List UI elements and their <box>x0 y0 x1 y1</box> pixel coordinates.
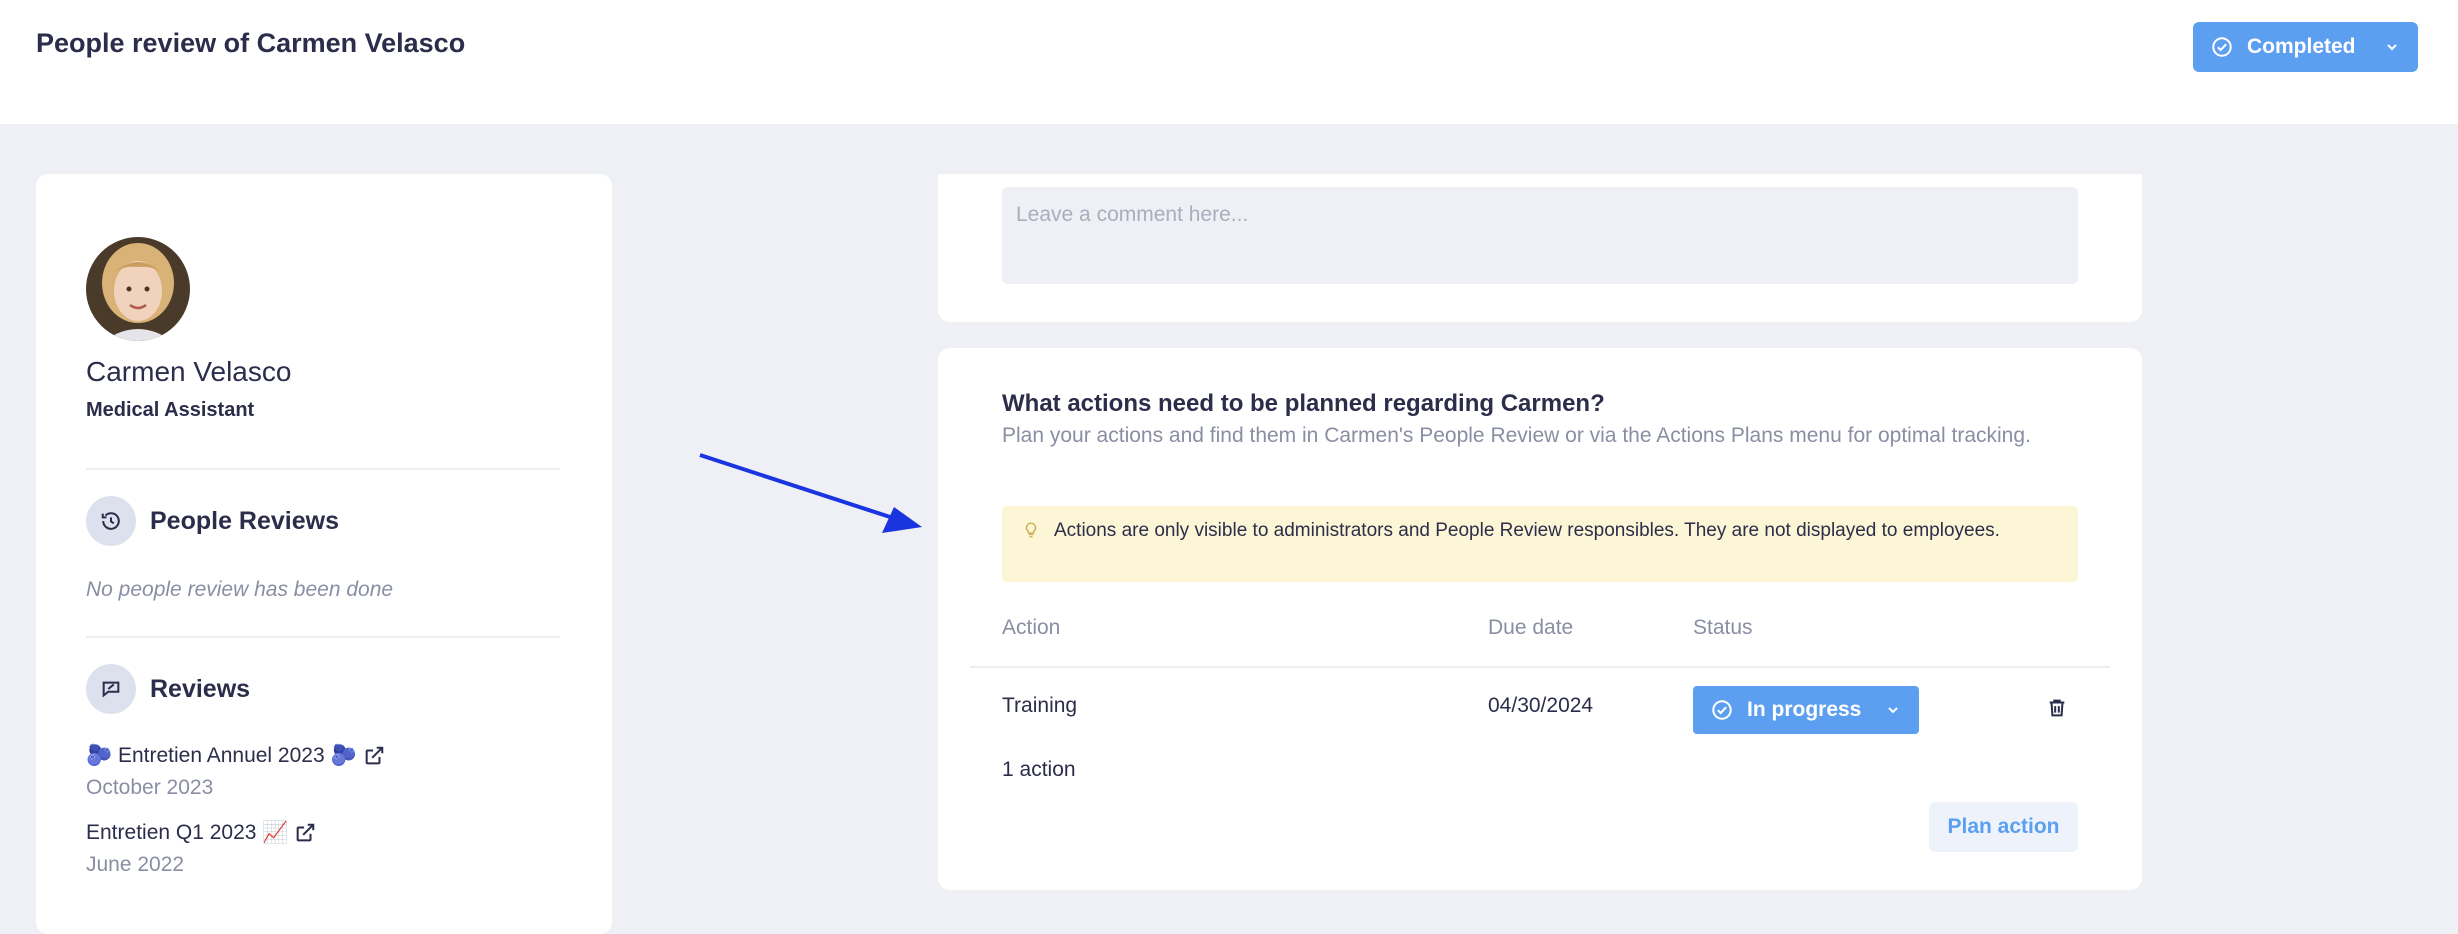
history-icon <box>86 496 136 546</box>
column-header-status: Status <box>1693 616 1753 639</box>
check-circle-icon <box>2211 36 2233 58</box>
people-reviews-empty: No people review has been done <box>86 578 394 601</box>
actions-title: What actions need to be planned regardin… <box>1002 390 1605 417</box>
action-status-dropdown[interactable]: In progress <box>1693 686 1919 734</box>
person-role: Medical Assistant <box>86 399 255 421</box>
reviews-header: Reviews <box>86 664 250 714</box>
check-circle-icon <box>1711 699 1733 721</box>
profile-card: Carmen Velasco Medical Assistant People … <box>36 174 612 934</box>
action-status-label: In progress <box>1747 698 1862 721</box>
external-link-icon[interactable] <box>294 822 316 844</box>
top-bar: People review of Carmen Velasco Complete… <box>0 0 2458 124</box>
chevron-down-icon <box>2384 39 2400 55</box>
action-count: 1 action <box>1002 758 1076 781</box>
table-divider <box>970 666 2110 668</box>
comment-input[interactable] <box>1002 187 2078 284</box>
review-status-label: Completed <box>2247 35 2356 58</box>
actions-card: What actions need to be planned regardin… <box>938 348 2142 890</box>
page-title: People review of Carmen Velasco <box>36 28 466 58</box>
people-reviews-title: People Reviews <box>150 506 339 535</box>
person-name: Carmen Velasco <box>86 356 292 387</box>
review-item[interactable]: Entretien Q1 2023 📈 June 2022 <box>86 821 316 877</box>
external-link-icon[interactable] <box>363 745 385 767</box>
column-header-action: Action <box>1002 616 1061 639</box>
reviews-title: Reviews <box>150 674 251 703</box>
action-due-date: 04/30/2024 <box>1488 694 1594 717</box>
review-icon <box>86 664 136 714</box>
review-title: Entretien Q1 2023 📈 <box>86 821 289 844</box>
review-title: 🫐 Entretien Annuel 2023 🫐 <box>86 744 357 767</box>
annotation-arrow <box>699 453 922 533</box>
review-status-dropdown[interactable]: Completed <box>2193 22 2418 72</box>
divider <box>86 636 560 638</box>
info-text: Actions are only visible to administrato… <box>1054 520 2000 541</box>
comment-card <box>938 174 2142 322</box>
review-date: June 2022 <box>86 853 185 876</box>
actions-description: Plan your actions and find them in Carme… <box>1002 424 2031 447</box>
column-header-due-date: Due date <box>1488 616 1574 639</box>
people-reviews-header: People Reviews <box>86 496 339 546</box>
lightbulb-icon <box>1022 520 1040 540</box>
trash-icon[interactable] <box>2046 696 2074 724</box>
chevron-down-icon <box>1885 702 1901 718</box>
avatar <box>86 237 190 341</box>
info-banner: Actions are only visible to administrato… <box>1002 506 2078 582</box>
action-name: Training <box>1002 694 1078 717</box>
plan-action-button[interactable]: Plan action <box>1929 802 2078 852</box>
review-item[interactable]: 🫐 Entretien Annuel 2023 🫐 October 2023 <box>86 744 385 800</box>
review-date: October 2023 <box>86 776 214 799</box>
divider <box>86 468 560 470</box>
